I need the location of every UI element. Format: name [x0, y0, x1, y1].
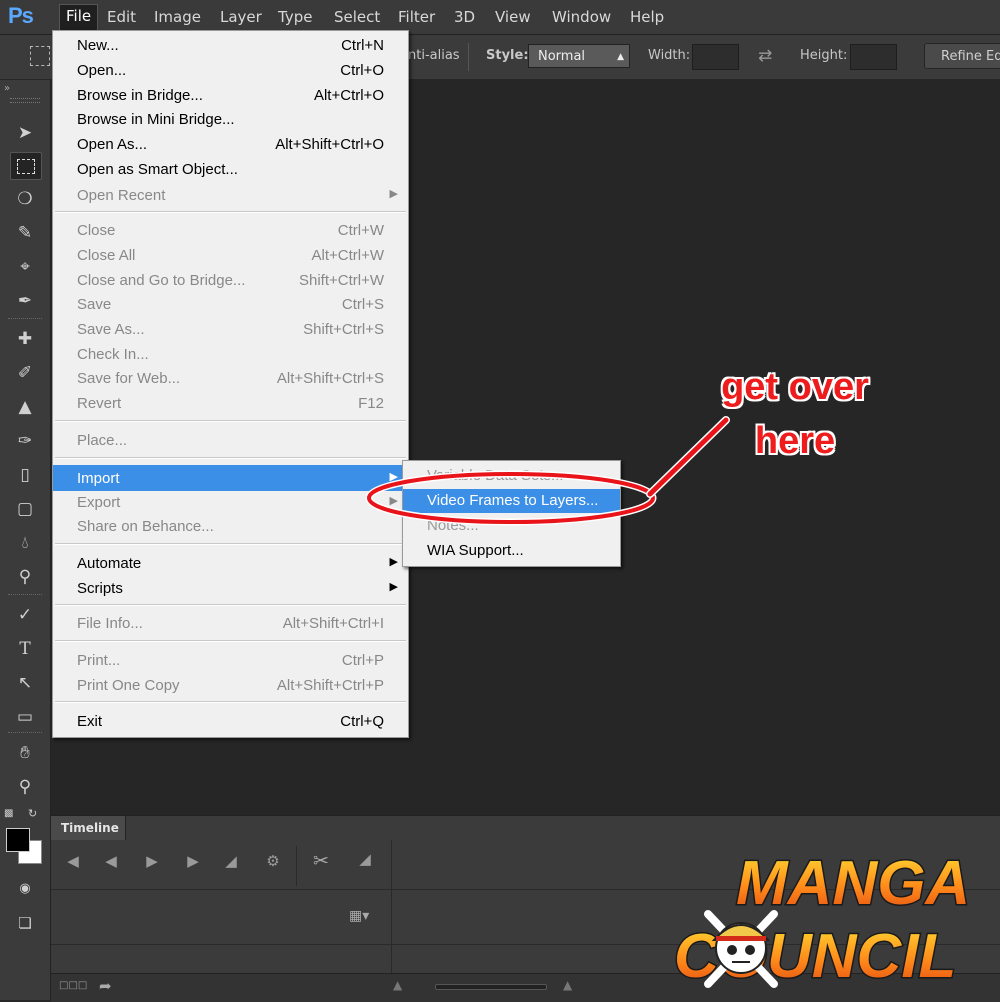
jolly-roger-skull-icon [704, 910, 778, 988]
logo-line-1: MANGA [736, 849, 970, 918]
manga-council-logo: MANGA COUNCIL [673, 848, 972, 993]
annotation-line-1: get over [721, 366, 869, 408]
annotation-line-2: here [754, 420, 836, 462]
annotation-ellipse [367, 472, 655, 524]
annotation-text: get over here [700, 360, 890, 468]
